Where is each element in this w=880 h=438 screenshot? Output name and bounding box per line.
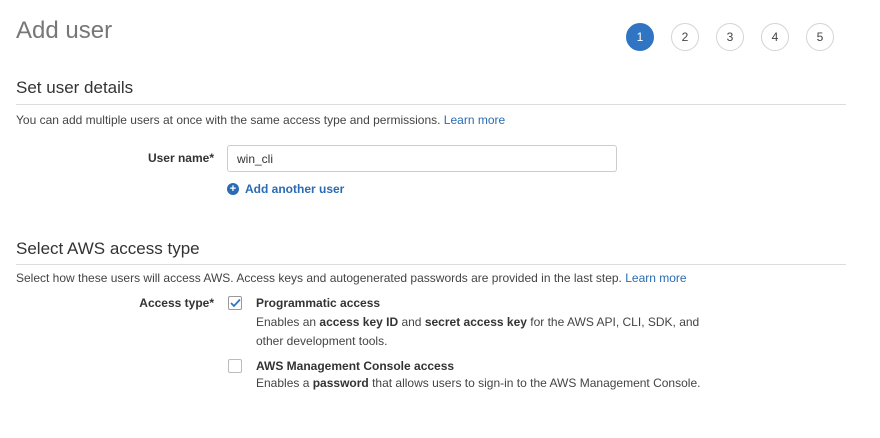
step-5[interactable]: 5 — [806, 23, 834, 51]
programmatic-access-title: Programmatic access — [256, 296, 381, 310]
console-access-checkbox[interactable] — [228, 359, 242, 373]
add-another-user-label: Add another user — [245, 182, 345, 196]
step-3[interactable]: 3 — [716, 23, 744, 51]
programmatic-access-description: Enables an access key ID and secret acce… — [256, 315, 700, 348]
learn-more-link[interactable]: Learn more — [444, 113, 505, 127]
step-2[interactable]: 2 — [671, 23, 699, 51]
programmatic-access-checkbox[interactable] — [228, 296, 242, 310]
page-title: Add user — [16, 17, 113, 44]
section-description: You can add multiple users at once with … — [16, 113, 505, 127]
username-input[interactable] — [227, 145, 617, 172]
username-label: User name* — [147, 151, 214, 165]
step-4[interactable]: 4 — [761, 23, 789, 51]
console-access-title: AWS Management Console access — [256, 359, 455, 373]
section-title-user-details: Set user details — [16, 78, 134, 97]
description-text: You can add multiple users at once with … — [16, 113, 441, 127]
wizard-steps: 1 2 3 4 5 — [626, 23, 834, 51]
add-another-user-button[interactable]: + Add another user — [227, 182, 344, 196]
divider — [16, 104, 846, 105]
learn-more-link[interactable]: Learn more — [625, 271, 686, 285]
description-text: Select how these users will access AWS. … — [16, 271, 622, 285]
section-description: Select how these users will access AWS. … — [16, 271, 687, 285]
section-title-access-type: Select AWS access type — [16, 239, 200, 258]
divider — [16, 264, 846, 265]
console-access-description: Enables a password that allows users to … — [256, 376, 701, 390]
access-type-label: Access type* — [139, 296, 214, 310]
checkmark-icon — [229, 298, 241, 308]
step-1[interactable]: 1 — [626, 23, 654, 51]
plus-circle-icon: + — [227, 183, 239, 195]
